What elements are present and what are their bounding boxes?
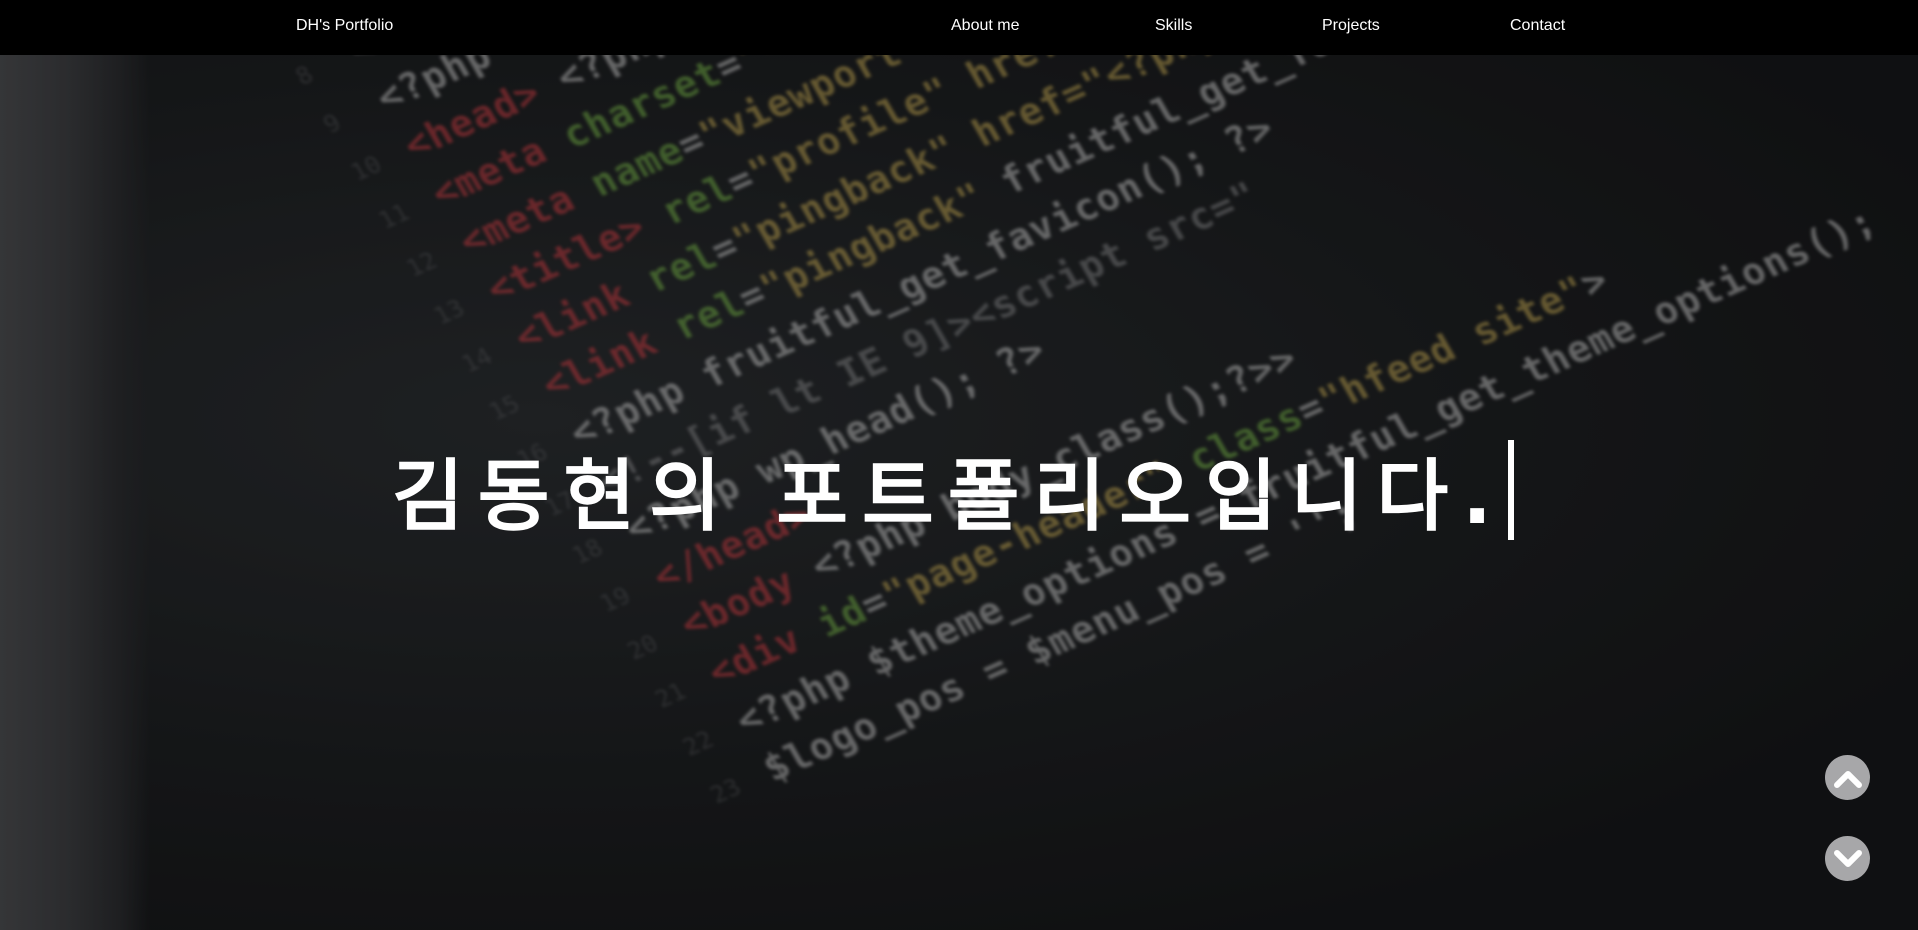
chevron-up-icon — [1833, 767, 1863, 789]
hero-heading: 김동현의 포트폴리오입니다. — [392, 440, 1514, 542]
nav-link-projects[interactable]: Projects — [1322, 17, 1380, 35]
top-navbar: DH's Portfolio About me Skills Projects … — [0, 0, 1918, 55]
scroll-up-button[interactable] — [1825, 755, 1870, 800]
portfolio-page: 6 7 8 9 10 11 12 13 14 15 16 17 18 19 20… — [0, 0, 1918, 930]
chevron-down-icon — [1833, 848, 1863, 870]
nav-link-about-me[interactable]: About me — [951, 17, 1019, 35]
brand-logo-link[interactable]: DH's Portfolio — [296, 17, 393, 35]
typing-caret — [1507, 440, 1514, 540]
hero-title-text: 김동현의 포트폴리오입니다. — [392, 452, 1506, 542]
nav-link-contact[interactable]: Contact — [1510, 17, 1565, 35]
nav-link-skills[interactable]: Skills — [1155, 17, 1192, 35]
scroll-down-button[interactable] — [1825, 836, 1870, 881]
